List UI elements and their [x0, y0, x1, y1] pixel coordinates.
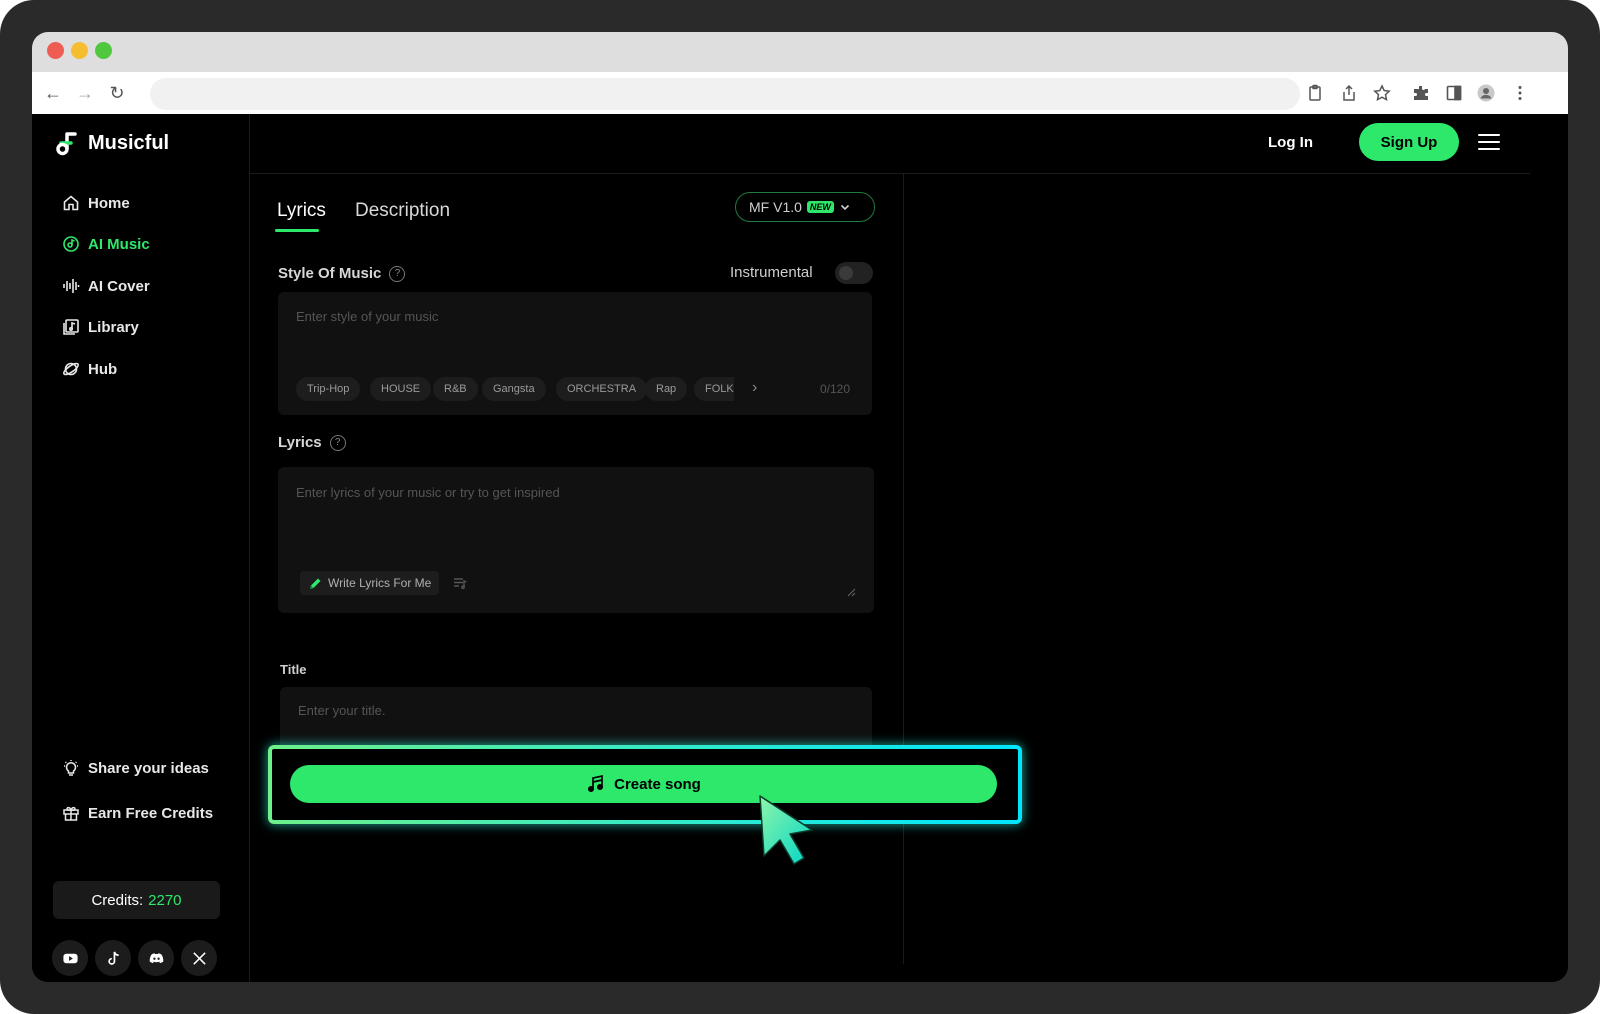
lyrics-label-text: Lyrics [278, 434, 322, 451]
pointer-cursor-icon [759, 795, 813, 865]
youtube-icon [62, 953, 78, 963]
clipboard-icon[interactable] [1303, 81, 1327, 105]
tab-lyrics[interactable]: Lyrics [277, 200, 326, 222]
planet-icon [63, 362, 79, 376]
extensions-icon[interactable] [1409, 81, 1433, 105]
home-icon [63, 195, 79, 211]
sidebar-item-library[interactable]: Library [62, 318, 139, 336]
model-select[interactable]: MF V1.0 NEW [735, 192, 875, 222]
gift-icon [63, 806, 79, 821]
credits-display: Credits: 2270 [53, 881, 220, 919]
earn-credits-link[interactable]: Earn Free Credits [62, 804, 213, 822]
help-icon[interactable]: ? [389, 265, 406, 282]
write-lyrics-label: Write Lyrics For Me [328, 576, 432, 590]
sidebar: Musicful Home AI Music AI Cover Library [32, 114, 250, 982]
style-of-music-label: Style Of Music ? [278, 265, 406, 282]
musicful-logo-icon [56, 132, 77, 156]
instrumental-toggle[interactable] [835, 262, 873, 284]
pencil-icon [310, 578, 321, 589]
style-chip[interactable]: ORCHESTRA [556, 377, 648, 401]
chevron-right-icon[interactable]: › [752, 379, 757, 397]
sidebar-item-label: AI Cover [88, 277, 150, 295]
music-disc-icon [63, 236, 79, 252]
style-label-text: Style Of Music [278, 265, 382, 282]
earn-credits-label: Earn Free Credits [88, 804, 214, 822]
credits-value: 2270 [148, 891, 182, 909]
sidebar-item-ai-cover[interactable]: AI Cover [62, 277, 150, 295]
credits-label: Credits: [91, 891, 144, 909]
toggle-knob [839, 266, 853, 280]
panel-divider [903, 174, 904, 964]
write-lyrics-button[interactable]: Write Lyrics For Me [300, 571, 440, 595]
tiktok-link[interactable] [95, 940, 131, 976]
browser-titlebar [32, 32, 1568, 72]
x-link[interactable] [181, 940, 217, 976]
title-input[interactable] [280, 687, 872, 752]
forward-icon[interactable]: → [74, 82, 96, 104]
share-ideas-link[interactable]: Share your ideas [62, 759, 209, 777]
style-chip[interactable]: Gangsta [482, 377, 546, 401]
brand-name: Musicful [88, 131, 170, 154]
lyrics-list-icon[interactable] [452, 575, 468, 591]
music-notes-icon [588, 774, 604, 793]
address-bar[interactable] [150, 78, 1300, 110]
create-song-button[interactable]: Create song [290, 765, 997, 803]
chevron-down-icon [840, 204, 849, 211]
help-icon[interactable]: ? [329, 434, 346, 451]
model-label: MF V1.0 [749, 199, 802, 215]
sidebar-item-label: Home [88, 194, 130, 212]
share-ideas-label: Share your ideas [88, 759, 209, 777]
new-badge: NEW [806, 201, 834, 213]
resize-handle-icon[interactable] [846, 587, 856, 597]
title-label: Title [280, 662, 307, 677]
lyrics-label: Lyrics ? [278, 434, 346, 451]
waveform-icon [63, 279, 80, 293]
sidebar-item-ai-music[interactable]: AI Music [62, 235, 150, 253]
maximize-window-button[interactable] [95, 42, 112, 59]
app-root: Musicful Home AI Music AI Cover Library [32, 114, 1568, 982]
discord-icon [149, 952, 163, 963]
style-char-counter: 0/120 [820, 382, 851, 396]
browser-menu-icon[interactable] [1508, 81, 1532, 105]
share-icon[interactable] [1337, 81, 1361, 105]
device-frame: ← → ↻ Musicful Home AI Music AI Cover Li… [0, 0, 1600, 1014]
brand-logo[interactable]: Musicful [54, 130, 169, 156]
create-song-label: Create song [614, 775, 701, 793]
discord-link[interactable] [138, 940, 174, 976]
tab-description[interactable]: Description [355, 200, 450, 222]
x-icon [192, 951, 206, 965]
sidebar-item-label: AI Music [88, 235, 150, 253]
header-divider [250, 173, 1530, 174]
library-icon [63, 319, 79, 335]
style-chip[interactable]: R&B [433, 377, 478, 401]
bookmark-star-icon[interactable] [1370, 81, 1394, 105]
style-chip[interactable]: Rap [645, 377, 688, 401]
sidebar-item-label: Library [88, 318, 139, 336]
lightbulb-icon [64, 760, 78, 776]
active-tab-indicator [275, 229, 319, 232]
lyrics-placeholder: Enter lyrics of your music or try to get… [296, 485, 560, 500]
browser-window: ← → ↻ Musicful Home AI Music AI Cover Li… [32, 32, 1568, 982]
tiktok-icon [107, 951, 119, 965]
style-placeholder: Enter style of your music [296, 309, 439, 324]
minimize-window-button[interactable] [71, 42, 88, 59]
back-icon[interactable]: ← [42, 82, 64, 104]
style-chip[interactable]: HOUSE [370, 377, 432, 401]
reload-icon[interactable]: ↻ [106, 82, 128, 104]
youtube-link[interactable] [52, 940, 88, 976]
style-chip[interactable]: Trip-Hop [296, 377, 361, 401]
profile-avatar-icon[interactable] [1474, 81, 1498, 105]
title-placeholder: Enter your title. [298, 703, 386, 718]
signup-button[interactable]: Sign Up [1359, 123, 1459, 161]
menu-icon[interactable] [1478, 134, 1500, 152]
sidebar-item-home[interactable]: Home [62, 194, 130, 212]
instrumental-label: Instrumental [730, 264, 813, 281]
login-button[interactable]: Log In [1268, 134, 1313, 151]
sidebar-item-hub[interactable]: Hub [62, 360, 117, 378]
browser-toolbar: ← → ↻ [32, 72, 1568, 114]
sidepanel-icon[interactable] [1442, 81, 1466, 105]
close-window-button[interactable] [47, 42, 64, 59]
sidebar-item-label: Hub [88, 360, 118, 378]
style-chip[interactable]: FOLK [694, 377, 734, 401]
